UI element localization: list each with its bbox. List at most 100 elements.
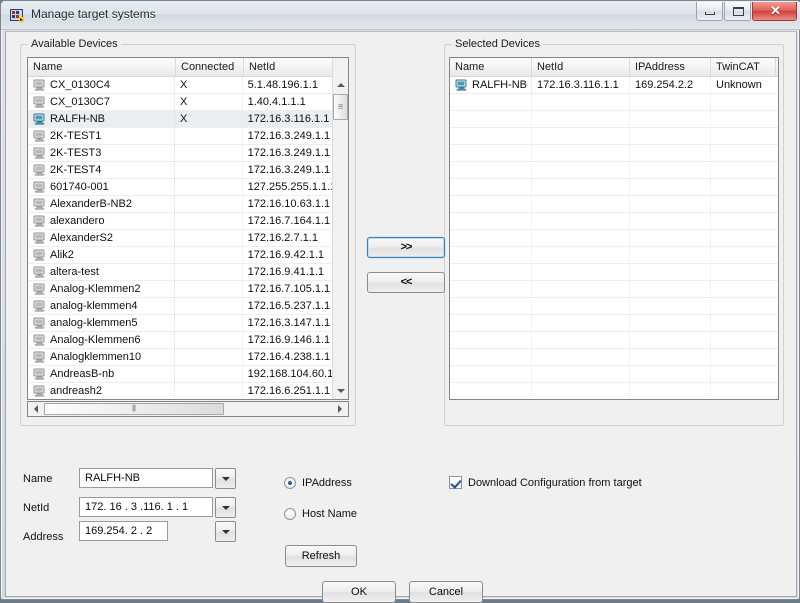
table-row[interactable]: RALFH-NB X 172.16.3.116.1.1: [28, 110, 332, 128]
device-connected-cell: [175, 229, 243, 247]
download-configuration-row[interactable]: Download Configuration from target: [449, 476, 642, 489]
ok-label: OK: [351, 585, 367, 598]
device-twincat-cell: Unknown: [716, 78, 762, 91]
hostname-radio[interactable]: [284, 508, 296, 520]
device-name-cell: CX_0130C4: [28, 77, 176, 94]
empty-cell: [450, 263, 532, 281]
device-name-cell: AndreasB-nb: [28, 365, 176, 383]
device-connected-cell: [175, 348, 243, 366]
add-device-button[interactable]: >>: [367, 237, 445, 258]
device-ipaddress-cell: 169.254.2.2: [630, 77, 711, 94]
table-row[interactable]: CX_0130C7 X 1.40.4.1.1.1: [28, 93, 332, 111]
scroll-right-button[interactable]: [332, 401, 348, 417]
column-header-twincat[interactable]: TwinCAT: [711, 58, 776, 76]
name-dropdown-button[interactable]: [215, 468, 236, 489]
device-connected-cell: [175, 314, 243, 332]
device-connected-cell: [175, 161, 243, 179]
table-row[interactable]: analog-klemmen4 172.16.5.237.1.1: [28, 297, 332, 315]
computer-icon: [33, 215, 46, 227]
table-row[interactable]: 2K-TEST1 172.16.3.249.1.1: [28, 127, 332, 145]
selected-devices-list[interactable]: Name NetId IPAddress TwinCAT RALFH-NB 172…: [449, 57, 779, 400]
remove-device-button[interactable]: <<: [367, 272, 445, 293]
column-header-name[interactable]: Name: [450, 58, 532, 76]
close-button[interactable]: ✕: [752, 2, 797, 21]
computer-icon: [33, 113, 46, 125]
column-header-netid[interactable]: NetId: [532, 58, 630, 76]
device-name-cell: alexandero: [28, 212, 176, 230]
column-header-netid[interactable]: NetId: [244, 58, 334, 76]
empty-cell: [450, 144, 532, 162]
empty-cell: [630, 365, 711, 383]
name-input[interactable]: RALFH-NB: [79, 468, 213, 488]
empty-cell: [711, 94, 776, 111]
empty-cell: [711, 247, 776, 264]
device-name-cell: andreash2: [28, 382, 176, 399]
device-connected-cell: [175, 280, 243, 298]
table-row[interactable]: analog-klemmen5 172.16.3.147.1.1: [28, 314, 332, 332]
ipaddress-radio[interactable]: [284, 477, 296, 489]
table-row[interactable]: 2K-TEST3 172.16.3.249.1.1: [28, 144, 332, 162]
available-devices-rows: CX_0130C4 X 5.1.48.196.1.1 CX_0130C7 X 1.40.4…: [28, 77, 332, 399]
column-header-ipaddress[interactable]: IPAddress: [630, 58, 711, 76]
table-row[interactable]: Analogklemmen10 172.16.4.238.1.1: [28, 348, 332, 366]
netid-field-label: NetId: [23, 502, 50, 514]
ipaddress-radio-row[interactable]: IPAddress: [284, 477, 352, 489]
table-row[interactable]: AndreasB-nb 192.168.104.60.1.1: [28, 365, 332, 383]
netid-input[interactable]: 172. 16 . 3 .116. 1 . 1: [79, 497, 213, 517]
device-name-label: CX_0130C4: [50, 79, 110, 91]
table-row[interactable]: altera-test 172.16.9.41.1.1: [28, 263, 332, 281]
table-row[interactable]: CX_0130C4 X 5.1.48.196.1.1: [28, 77, 332, 94]
window-title: Manage target systems: [31, 7, 156, 21]
table-row[interactable]: 601740-001 127.255.255.1.1.1: [28, 178, 332, 196]
table-row[interactable]: AlexanderB-NB2 172.16.10.63.1.1: [28, 195, 332, 213]
device-name-label: Analog-Klemmen6: [50, 334, 141, 346]
empty-cell: [532, 246, 630, 264]
device-netid-cell: 172.16.3.116.1.1: [532, 77, 630, 94]
device-name-cell: AlexanderB-NB2: [28, 195, 176, 213]
table-row[interactable]: RALFH-NB 172.16.3.116.1.1 169.254.2.2 Unkno…: [450, 77, 778, 94]
empty-cell: [711, 315, 776, 332]
empty-cell: [711, 366, 776, 383]
device-name-cell: RALFH-NB: [450, 77, 532, 94]
computer-icon: [33, 164, 46, 176]
available-devices-horizontal-scrollbar[interactable]: ⦀: [27, 401, 349, 417]
device-netid-cell: 172.16.9.146.1.1: [247, 333, 331, 346]
empty-cell: [532, 195, 630, 213]
device-connected-cell: X: [175, 77, 243, 94]
table-row[interactable]: AlexanderS2 172.16.2.7.1.1: [28, 229, 332, 247]
netid-dropdown-button[interactable]: [215, 497, 236, 518]
available-devices-list[interactable]: Name Connected NetId CX_0130C4 X 5.1.48.19…: [27, 57, 349, 400]
column-header-connected[interactable]: Connected: [176, 58, 244, 76]
device-name-cell: Alik2: [28, 246, 176, 264]
table-row-empty: [450, 382, 778, 399]
table-row[interactable]: Analog-Klemmen2 172.16.7.105.1.1: [28, 280, 332, 298]
table-row[interactable]: andreash2 172.16.6.251.1.1: [28, 382, 332, 399]
refresh-button[interactable]: Refresh: [285, 545, 357, 567]
empty-cell: [630, 331, 711, 349]
maximize-button[interactable]: [724, 2, 751, 21]
table-row[interactable]: Alik2 172.16.9.42.1.1: [28, 246, 332, 264]
empty-cell: [711, 213, 776, 230]
address-input[interactable]: 169.254. 2 . 2: [79, 521, 168, 541]
device-name-label: altera-test: [50, 266, 99, 278]
scroll-down-button[interactable]: [333, 383, 348, 399]
device-name-label: AndreasB-nb: [50, 368, 115, 380]
column-header-name[interactable]: Name: [28, 58, 176, 76]
table-row[interactable]: 2K-TEST4 172.16.3.249.1.1: [28, 161, 332, 179]
vertical-scroll-thumb[interactable]: ≡: [333, 94, 348, 120]
available-devices-vertical-scrollbar[interactable]: ≡: [332, 58, 348, 399]
title-bar: Manage target systems ✕: [1, 1, 800, 30]
hostname-radio-label: Host Name: [302, 508, 358, 520]
device-netid-cell: 172.16.3.249.1.1: [247, 146, 331, 159]
horizontal-scroll-thumb[interactable]: ⦀: [44, 403, 224, 415]
hostname-radio-row[interactable]: Host Name: [284, 508, 357, 520]
scroll-up-button[interactable]: [333, 77, 348, 93]
refresh-label: Refresh: [301, 549, 341, 562]
empty-cell: [630, 280, 711, 298]
table-row[interactable]: Analog-Klemmen6 172.16.9.146.1.1: [28, 331, 332, 349]
address-dropdown-button[interactable]: [215, 521, 236, 542]
minimize-button[interactable]: [696, 2, 723, 21]
download-configuration-checkbox[interactable]: [449, 476, 462, 489]
scroll-left-button[interactable]: [28, 401, 44, 417]
table-row[interactable]: alexandero 172.16.7.164.1.1: [28, 212, 332, 230]
